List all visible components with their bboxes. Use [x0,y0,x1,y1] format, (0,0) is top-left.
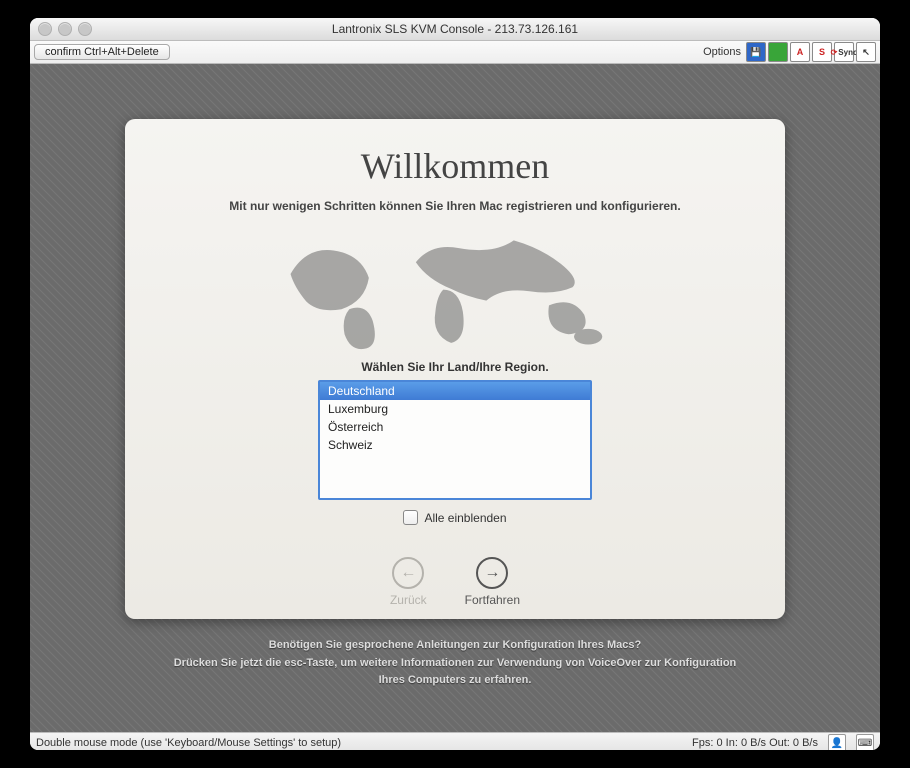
status-right: Fps: 0 In: 0 B/s Out: 0 B/s [692,737,818,749]
show-all-label: Alle einblenden [424,511,506,525]
welcome-heading: Willkommen [361,145,550,187]
zoom-icon[interactable] [78,22,92,36]
remote-screen: Willkommen Mit nur wenigen Schritten kön… [30,64,880,732]
setup-card: Willkommen Mit nur wenigen Schritten kön… [125,119,785,619]
user-icon[interactable]: 👤 [828,734,846,750]
show-all-checkbox[interactable] [403,510,418,525]
list-item[interactable]: Luxemburg [320,400,590,418]
status-left: Double mouse mode (use 'Keyboard/Mouse S… [36,737,682,749]
app-window: Lantronix SLS KVM Console - 213.73.126.1… [30,18,880,750]
s-icon[interactable]: S [812,42,832,62]
window-controls [38,22,92,36]
continue-button[interactable]: → Fortfahren [465,557,520,607]
titlebar[interactable]: Lantronix SLS KVM Console - 213.73.126.1… [30,18,880,41]
back-button: ← Zurück [390,557,427,607]
az-icon[interactable]: A [790,42,810,62]
arrow-right-icon[interactable]: → [476,557,508,589]
cursor-icon[interactable]: ↖ [856,42,876,62]
voiceover-help: Benötigen Sie gesprochene Anleitungen zu… [174,637,737,690]
world-map-icon [230,227,680,352]
keyboard-icon[interactable]: ⌨ [856,734,874,750]
toolbar: confirm Ctrl+Alt+Delete Options 💾 A S ⟳S… [30,41,880,64]
confirm-cad-button[interactable]: confirm Ctrl+Alt+Delete [34,44,170,60]
arrow-left-icon: ← [392,557,424,589]
sync-button[interactable]: ⟳Sync [834,42,854,62]
welcome-subtitle: Mit nur wenigen Schritten können Sie Ihr… [229,199,680,213]
green-tool-icon[interactable] [768,42,788,62]
disk-icon[interactable]: 💾 [746,42,766,62]
list-item[interactable]: Schweiz [320,436,590,454]
region-label: Wählen Sie Ihr Land/Ihre Region. [361,360,548,374]
list-item[interactable]: Österreich [320,418,590,436]
minimize-icon[interactable] [58,22,72,36]
window-title: Lantronix SLS KVM Console - 213.73.126.1… [30,22,880,36]
options-label[interactable]: Options [703,46,741,58]
list-item[interactable]: Deutschland [320,382,590,400]
nav-row: ← Zurück → Fortfahren [390,557,520,607]
status-bar: Double mouse mode (use 'Keyboard/Mouse S… [30,732,880,750]
region-listbox[interactable]: Deutschland Luxemburg Österreich Schweiz [318,380,592,500]
close-icon[interactable] [38,22,52,36]
show-all-row[interactable]: Alle einblenden [403,510,506,525]
